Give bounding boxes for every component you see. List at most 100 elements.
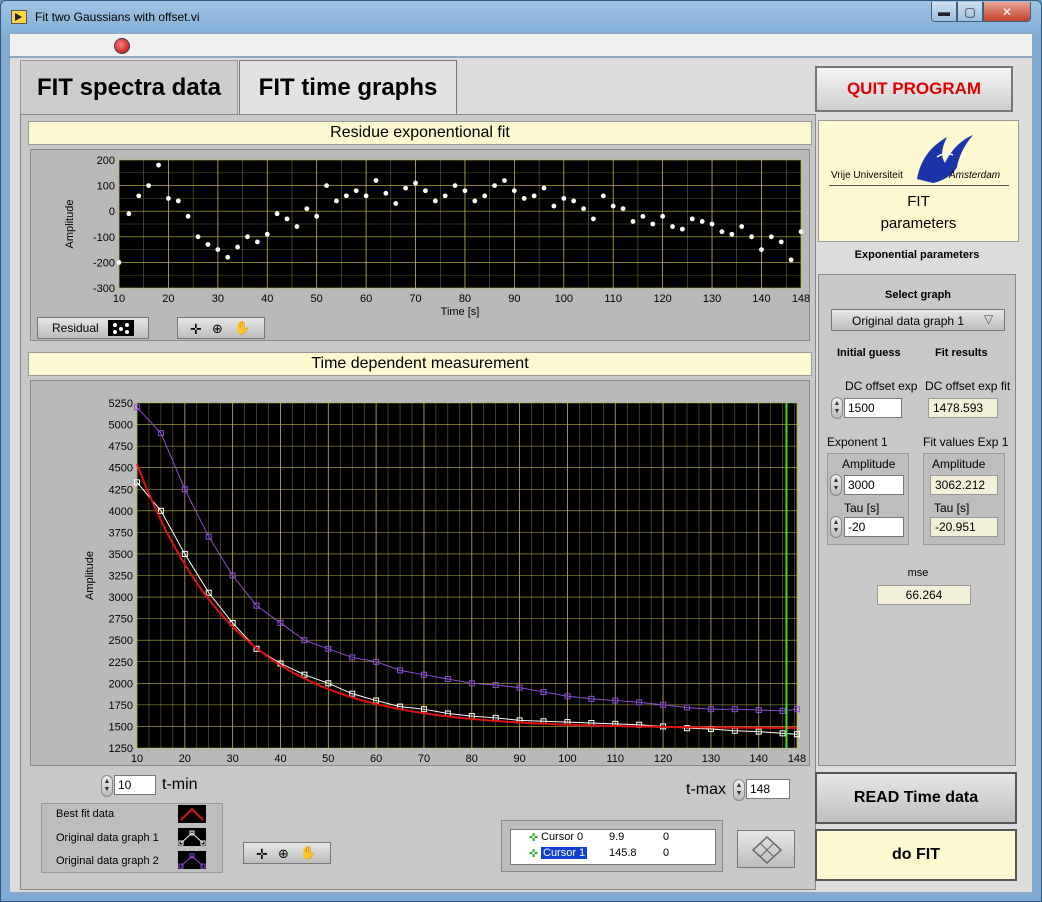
residue-graph[interactable]: 200 100 0 -100 -200 -30010 20 30 40 50 60 70 80 90 100…	[31, 150, 811, 342]
maximize-button[interactable]: ▢	[957, 2, 983, 22]
time-graph-frame: 5250 5000 4750 4500 4250 4000 3750 3500 3250 3000…	[30, 380, 811, 767]
x-tick-label: 120	[654, 753, 672, 765]
pan-hand-icon[interactable]: ✋	[300, 845, 318, 861]
residual-point	[729, 231, 735, 237]
tmin-input[interactable]	[114, 775, 156, 795]
residual-point	[403, 185, 409, 191]
residual-point	[492, 183, 497, 188]
residual-point	[778, 239, 784, 245]
residual-point	[660, 213, 666, 219]
y-tick-label: -200	[93, 257, 115, 269]
tab-fit-spectra-data[interactable]: FIT spectra data	[20, 60, 238, 115]
amplitude-label: Amplitude	[842, 457, 896, 471]
residual-point	[462, 188, 468, 194]
residual-point	[571, 198, 577, 204]
tab-fit-time-graphs[interactable]: FIT time graphs	[239, 60, 457, 115]
residual-point	[531, 193, 537, 199]
title-bar[interactable]: Fit two Gaussians with offset.vi ▬ ▢ ✕	[1, 1, 1041, 33]
residual-point	[739, 224, 745, 229]
tmax-spinner[interactable]: ▲ ▼	[733, 779, 745, 801]
residue-graph-frame: 200 100 0 -100 -200 -300 10 20 30 40 50 60 70 80 90 100…	[30, 149, 810, 341]
cursor-move-icon[interactable]: ✛	[256, 846, 274, 862]
x-tick-label: 130	[703, 293, 721, 305]
tau-spinner[interactable]: ▲ ▼	[830, 516, 842, 538]
residual-point	[670, 224, 675, 229]
amplitude-fit-label: Amplitude	[932, 457, 986, 471]
x-tick-label: 40	[274, 753, 286, 765]
legend-graph1-icon[interactable]	[178, 828, 206, 846]
x-tick-label: 50	[311, 293, 323, 305]
x-tick-label: 10	[113, 293, 125, 305]
y-tick-label: 100	[97, 181, 115, 193]
residual-point	[264, 231, 270, 237]
residual-point	[304, 206, 310, 212]
tmax-input[interactable]	[746, 779, 790, 799]
residual-point	[620, 206, 626, 212]
cursor-move-icon[interactable]: ✛	[190, 321, 208, 337]
minimize-button[interactable]: ▬	[931, 2, 957, 22]
residual-point	[393, 201, 399, 206]
close-button[interactable]: ✕	[983, 2, 1031, 22]
x-tick-label: 90	[513, 753, 525, 765]
x-tick-label: 90	[508, 293, 520, 305]
do-fit-button[interactable]: do FIT	[815, 829, 1017, 881]
legend-graph2-label: Original data graph 2	[56, 855, 159, 867]
residual-point	[284, 216, 290, 222]
exponent-1-label: Exponent 1	[827, 435, 888, 449]
zoom-icon[interactable]: ⊕	[212, 321, 230, 337]
vu-logo-box: Vrije Universiteit Amsterdam FIT paramet…	[818, 120, 1019, 242]
quit-program-button[interactable]: QUIT PROGRAM	[815, 66, 1013, 112]
y-tick-label: 5250	[109, 398, 133, 410]
y-tick-label: 3750	[109, 527, 133, 539]
residual-point	[116, 260, 122, 265]
pan-hand-icon[interactable]: ✋	[234, 320, 252, 336]
residual-point	[759, 247, 764, 252]
cursor-row-1[interactable]: ✜ Cursor 1 145.8 0	[511, 847, 717, 863]
zoom-icon[interactable]: ⊕	[278, 846, 296, 862]
residual-point	[363, 193, 369, 199]
residual-point	[225, 254, 231, 260]
dc-offset-spinner[interactable]: ▲ ▼	[831, 397, 843, 419]
mse-label: mse	[907, 567, 929, 579]
select-graph-dropdown[interactable]: Original data graph 1 ▽	[831, 309, 1005, 331]
y-tick-label: 1250	[109, 743, 133, 755]
dc-offset-label: DC offset exp	[845, 379, 918, 393]
dc-offset-fit-value: 1478.593	[928, 398, 998, 418]
abort-execution-icon[interactable]	[114, 38, 130, 54]
read-time-data-button[interactable]: READ Time data	[815, 772, 1017, 824]
parameters-panel: Select graph Original data graph 1 ▽ Ini…	[818, 274, 1016, 766]
y-tick-label: 3500	[109, 549, 133, 561]
x-tick-label: 10	[131, 753, 143, 765]
exponent-1-cluster: Amplitude ▲▼ Tau [s] ▲▼	[827, 453, 909, 545]
legend-graph2-icon[interactable]	[178, 851, 206, 869]
residue-graph-title: Residue exponentional fit	[28, 121, 812, 145]
residual-point	[146, 183, 152, 188]
tmin-spinner[interactable]: ▲ ▼	[101, 775, 113, 797]
time-graph[interactable]: 5250 5000 4750 4500 4250 4000 3750 3500 3250 3000…	[31, 381, 811, 767]
residual-point	[185, 213, 191, 219]
legend-graph1-label: Original data graph 1	[56, 832, 159, 844]
dc-offset-input[interactable]	[844, 398, 902, 418]
tab-content-time-graphs: Residue exponentional fit 200 100 0 -100 -20…	[20, 114, 816, 890]
amplitude-spinner[interactable]: ▲ ▼	[830, 474, 842, 496]
tmax-label: t-max	[686, 781, 726, 798]
cursor-row-0[interactable]: ✜ Cursor 0 9.9 0	[511, 831, 717, 847]
cursor-mover-button[interactable]	[737, 830, 795, 868]
select-graph-label: Select graph	[884, 289, 952, 301]
residual-point	[343, 193, 349, 199]
legend-best-fit-icon[interactable]	[178, 805, 206, 823]
x-tick-label: 80	[466, 753, 478, 765]
residual-point	[600, 193, 606, 199]
cursor-0-y: 0	[663, 831, 670, 843]
amplitude-input[interactable]	[844, 475, 904, 495]
y-tick-label: 4500	[109, 463, 133, 475]
residual-point	[235, 244, 241, 250]
residual-dots-icon	[108, 320, 134, 336]
x-axis-title: Time [s]	[441, 306, 480, 318]
residual-point	[413, 180, 418, 186]
tau-input[interactable]	[844, 517, 904, 537]
residual-legend[interactable]: Residual	[37, 317, 149, 339]
x-tick-label: 130	[702, 753, 720, 765]
y-tick-label: 3250	[109, 571, 133, 583]
plot-legend: Best fit data Original data graph 1 Orig…	[41, 803, 223, 873]
